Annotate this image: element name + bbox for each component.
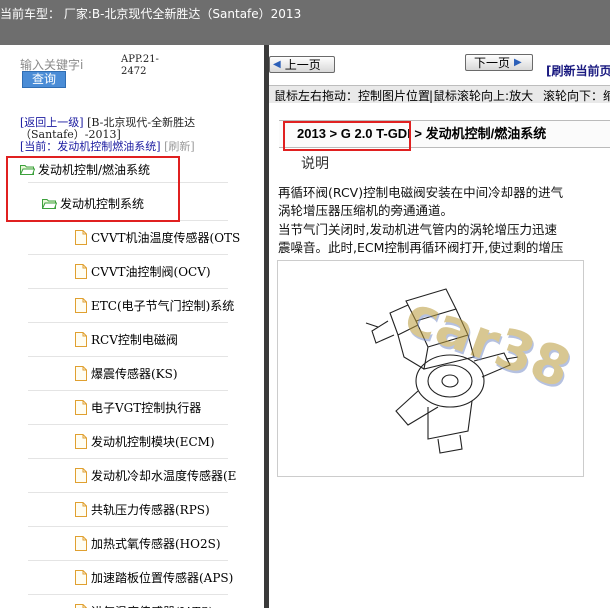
tree-leaf-item[interactable]: 加热式氧传感器(HO2S) xyxy=(75,532,221,554)
document-icon xyxy=(75,603,87,608)
divider xyxy=(28,458,228,459)
tree-leaf-label: 共轨压力传感器(RPS) xyxy=(91,502,210,517)
document-icon xyxy=(75,229,87,245)
document-icon xyxy=(75,399,87,415)
tree-leaf-label: 爆震传感器(KS) xyxy=(91,366,178,381)
divider xyxy=(28,356,228,357)
document-content: 2013 > G 2.0 T-GDI > 发动机控制/燃油系统 说明 再循环阀(… xyxy=(269,103,610,608)
arrow-left-icon: ◀ xyxy=(273,59,281,70)
divider xyxy=(28,492,228,493)
tree-leaf-item[interactable]: ETC(电子节气门控制)系统 xyxy=(75,294,234,316)
app-version: APP.21- 2472 xyxy=(121,54,159,77)
current-model-label: 当前车型： 厂家:B-北京现代全新胜达（Santafe）2013 xyxy=(0,7,302,21)
divider xyxy=(28,424,228,425)
divider xyxy=(28,594,228,595)
tree-leaf-item[interactable]: 共轨压力传感器(RPS) xyxy=(75,498,210,520)
document-icon xyxy=(75,297,87,313)
tree-leaf-label: 电子VGT控制执行器 xyxy=(91,400,202,415)
breadcrumb: [返回上一级] [B-北京现代-全新胜达（Santafe）-2013] [当前：… xyxy=(20,117,240,153)
divider xyxy=(28,526,228,527)
tree-leaf-label: RCV控制电磁阀 xyxy=(91,332,178,347)
divider xyxy=(28,288,228,289)
highlight-box xyxy=(283,121,411,151)
next-page-label: 下一页 xyxy=(474,56,511,70)
tree-leaf-item[interactable]: CVVT油控制阀(OCV) xyxy=(75,260,211,282)
tree-leaf-item[interactable]: RCV控制电磁阀 xyxy=(75,328,178,350)
tree-leaf-item[interactable]: 爆震传感器(KS) xyxy=(75,362,178,384)
hint-drag: 鼠标左右拖动：控制图片位置 xyxy=(274,89,431,103)
prev-page-button[interactable]: ◀ 上一页 xyxy=(269,56,335,73)
tree-leaf-label: ETC(电子节气门控制)系统 xyxy=(91,298,235,313)
hint-zoom-in: |鼠标滚轮向上:放大 xyxy=(429,89,534,103)
prev-page-label: 上一页 xyxy=(284,58,321,72)
tree-leaf-label: CVVT油控制阀(OCV) xyxy=(91,264,211,279)
refresh-page-link[interactable]: [刷新当前页 xyxy=(546,62,610,79)
document-icon xyxy=(75,569,87,585)
document-icon xyxy=(75,535,87,551)
divider xyxy=(28,322,228,323)
tree-leaf-item[interactable]: 加速踏板位置传感器(APS) xyxy=(75,566,233,588)
tree-leaf-label: 加热式氧传感器(HO2S) xyxy=(91,536,221,551)
paragraph-line: 震噪音。此时,ECM控制再循环阀打开,使过剩的增压 xyxy=(278,240,564,255)
document-icon xyxy=(75,433,87,449)
query-button[interactable]: 查询 xyxy=(22,71,66,88)
document-icon xyxy=(75,501,87,517)
title-bar: 当前车型： 厂家:B-北京现代全新胜达（Santafe）2013 xyxy=(0,0,610,45)
left-panel: 输入关键字i APP.21- 2472 查询 [返回上一级] [B-北京现代-全… xyxy=(0,45,264,608)
section-title: 说明 xyxy=(301,156,329,172)
tree-leaf-label: 发动机控制模块(ECM) xyxy=(91,434,215,449)
document-icon xyxy=(75,365,87,381)
tree-leaf-item[interactable]: 电子VGT控制执行器 xyxy=(75,396,201,418)
next-page-button[interactable]: 下一页 ▶ xyxy=(465,54,533,71)
paragraph-line: 再循环阀(RCV)控制电磁阀安装在中间冷却器的进气 xyxy=(278,185,564,200)
paragraph-line: 涡轮增压器压缩机的旁通通道。 xyxy=(278,203,454,218)
tree-leaf-label: 发动机冷却水温度传感器(E xyxy=(91,468,237,483)
document-icon xyxy=(75,263,87,279)
document-icon xyxy=(75,331,87,347)
tree-leaf-item[interactable]: CVVT机油温度传感器(OTS xyxy=(75,226,240,248)
divider xyxy=(28,254,228,255)
nav-bar: ◀ 上一页 下一页 ▶ [刷新当前页 xyxy=(269,45,610,85)
arrow-right-icon: ▶ xyxy=(514,57,522,68)
highlight-box xyxy=(6,156,180,222)
paragraph-line: 当节气门关闭时,发动机进气管内的涡轮增压力迅速 xyxy=(278,222,557,237)
tree-leaf-item[interactable]: 进气温度传感器(IATS) xyxy=(75,600,213,608)
tree-leaf-label: 进气温度传感器(IATS) xyxy=(91,603,213,608)
right-panel: ◀ 上一页 下一页 ▶ [刷新当前页 鼠标左右拖动：控制图片位置 |鼠标滚轮向上… xyxy=(269,45,610,608)
document-icon xyxy=(75,467,87,483)
tree-leaf-label: 加速踏板位置传感器(APS) xyxy=(91,570,234,585)
hint-zoom-out: 滚轮向下：缩 xyxy=(543,89,610,103)
divider xyxy=(28,560,228,561)
divider xyxy=(28,390,228,391)
tree-leaf-item[interactable]: 发动机冷却水温度传感器(E xyxy=(75,464,236,486)
refresh-link[interactable]: [刷新] xyxy=(164,140,195,153)
hint-bar: 鼠标左右拖动：控制图片位置 |鼠标滚轮向上:放大 滚轮向下：缩 xyxy=(269,85,610,104)
tree-leaf-item[interactable]: 发动机控制模块(ECM) xyxy=(75,430,215,452)
tree-leaf-label: CVVT机油温度传感器(OTS xyxy=(91,230,241,245)
current-node-link[interactable]: [当前：发动机控制燃油系统] xyxy=(20,140,161,153)
